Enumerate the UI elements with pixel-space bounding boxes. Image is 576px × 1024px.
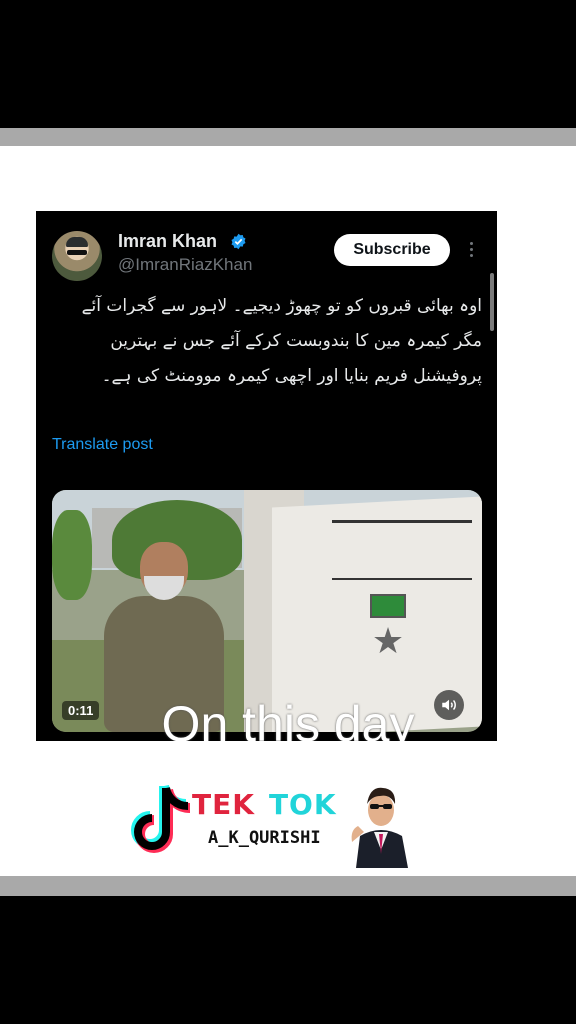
more-options-icon[interactable] [466, 239, 476, 261]
tiktok-watermark: TEK TOK A_K_QURISHI [128, 776, 418, 870]
overlay-caption: On this day [161, 696, 415, 741]
account-name: A_K_QURISHI [208, 828, 321, 848]
medal-ribbon [370, 594, 406, 618]
grave-inscription [332, 520, 472, 580]
brand-text: TEK TOK [192, 788, 337, 821]
avatar-glasses [67, 250, 87, 255]
top-gray-band [0, 128, 576, 146]
bottom-gray-band [0, 876, 576, 896]
profile-photo [350, 780, 412, 868]
avatar[interactable] [52, 231, 102, 281]
post-card: Imran Khan @ImranRiazKhan Subscribe اوہ … [36, 211, 497, 741]
bottom-letterbox [0, 896, 576, 1024]
brand-tok: TOK [268, 788, 337, 821]
medal-star-icon: ★ [371, 621, 405, 662]
author-name[interactable]: Imran Khan [118, 231, 217, 252]
top-letterbox [0, 0, 576, 128]
translate-post-link[interactable]: Translate post [52, 436, 153, 454]
scrollbar[interactable] [490, 273, 494, 331]
tiktok-logo-icon [131, 784, 191, 853]
author-handle[interactable]: @ImranRiazKhan [118, 255, 252, 275]
subscribe-button[interactable]: Subscribe [334, 234, 450, 266]
brand-tek: TEK [192, 788, 255, 821]
avatar-cap [66, 237, 88, 247]
verified-badge-icon [231, 233, 246, 250]
post-text: اوہ بھائی قبروں کو تو چھوڑ دیجیے۔ لاہور … [81, 296, 482, 386]
